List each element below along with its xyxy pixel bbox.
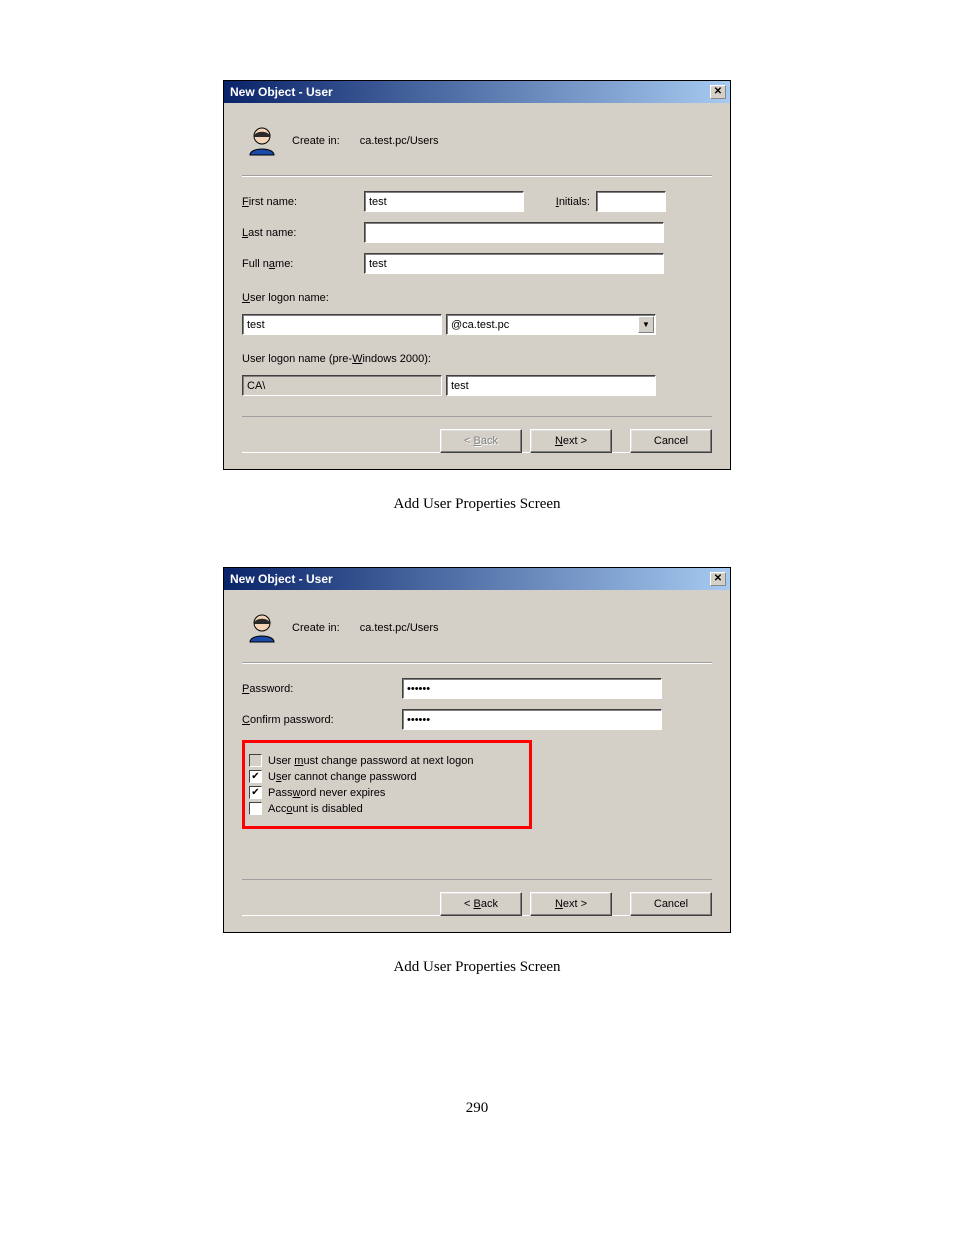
confirm-password-input[interactable]	[402, 709, 662, 730]
create-in-label: Create in:	[292, 622, 340, 634]
domain-select[interactable]	[446, 314, 656, 335]
checkbox-never-expires-label: Password never expires	[268, 787, 385, 799]
cancel-button[interactable]: Cancel	[630, 892, 712, 916]
checkbox-cannot-change-label: User cannot change password	[268, 771, 417, 783]
password-options-highlight: User must change password at next logon …	[242, 740, 532, 829]
close-icon[interactable]: ✕	[710, 572, 726, 586]
create-in-path: ca.test.pc/Users	[360, 135, 439, 147]
figure-caption: Add User Properties Screen	[393, 959, 560, 976]
dialog-title: New Object - User	[228, 572, 710, 586]
pre2000-user-input[interactable]	[446, 375, 656, 396]
create-in-path: ca.test.pc/Users	[360, 622, 439, 634]
checkbox-disabled-label: Account is disabled	[268, 803, 363, 815]
confirm-password-label: Confirm password:	[242, 714, 402, 726]
checkbox-cannot-change[interactable]: ✔	[249, 770, 262, 783]
full-name-input[interactable]	[364, 253, 664, 274]
user-logon-input[interactable]	[242, 314, 442, 335]
titlebar[interactable]: New Object - User ✕	[224, 568, 730, 590]
pre2000-label: User logon name (pre-Windows 2000):	[242, 353, 712, 365]
cancel-button[interactable]: Cancel	[630, 429, 712, 453]
dialog-title: New Object - User	[228, 85, 710, 99]
last-name-label: Last name:	[242, 227, 362, 239]
chevron-down-icon[interactable]: ▼	[638, 316, 654, 333]
password-input[interactable]	[402, 678, 662, 699]
full-name-label: Full name:	[242, 258, 362, 270]
user-logon-label: User logon name:	[242, 292, 712, 304]
checkbox-disabled[interactable]	[249, 802, 262, 815]
last-name-input[interactable]	[364, 222, 664, 243]
initials-label: Initials:	[530, 196, 590, 208]
back-button: < Back	[440, 429, 522, 453]
next-button[interactable]: Next >	[530, 429, 612, 453]
first-name-input[interactable]	[364, 191, 524, 212]
checkbox-must-change-label: User must change password at next logon	[268, 755, 473, 767]
new-user-dialog-step2: New Object - User ✕ Create in: ca.test.p…	[223, 567, 731, 933]
pre2000-domain-input	[242, 375, 442, 396]
user-head-icon	[246, 125, 278, 157]
new-user-dialog-step1: New Object - User ✕ Create in: ca.test.p…	[223, 80, 731, 470]
create-in-label: Create in:	[292, 135, 340, 147]
back-button[interactable]: < Back	[440, 892, 522, 916]
checkbox-must-change[interactable]	[249, 754, 262, 767]
initials-input[interactable]	[596, 191, 666, 212]
page-number: 290	[466, 1100, 489, 1117]
figure-caption: Add User Properties Screen	[393, 496, 560, 513]
checkbox-never-expires[interactable]: ✔	[249, 786, 262, 799]
password-label: Password:	[242, 683, 402, 695]
user-head-icon	[246, 612, 278, 644]
next-button[interactable]: Next >	[530, 892, 612, 916]
first-name-label: First name:	[242, 196, 362, 208]
titlebar[interactable]: New Object - User ✕	[224, 81, 730, 103]
close-icon[interactable]: ✕	[710, 85, 726, 99]
